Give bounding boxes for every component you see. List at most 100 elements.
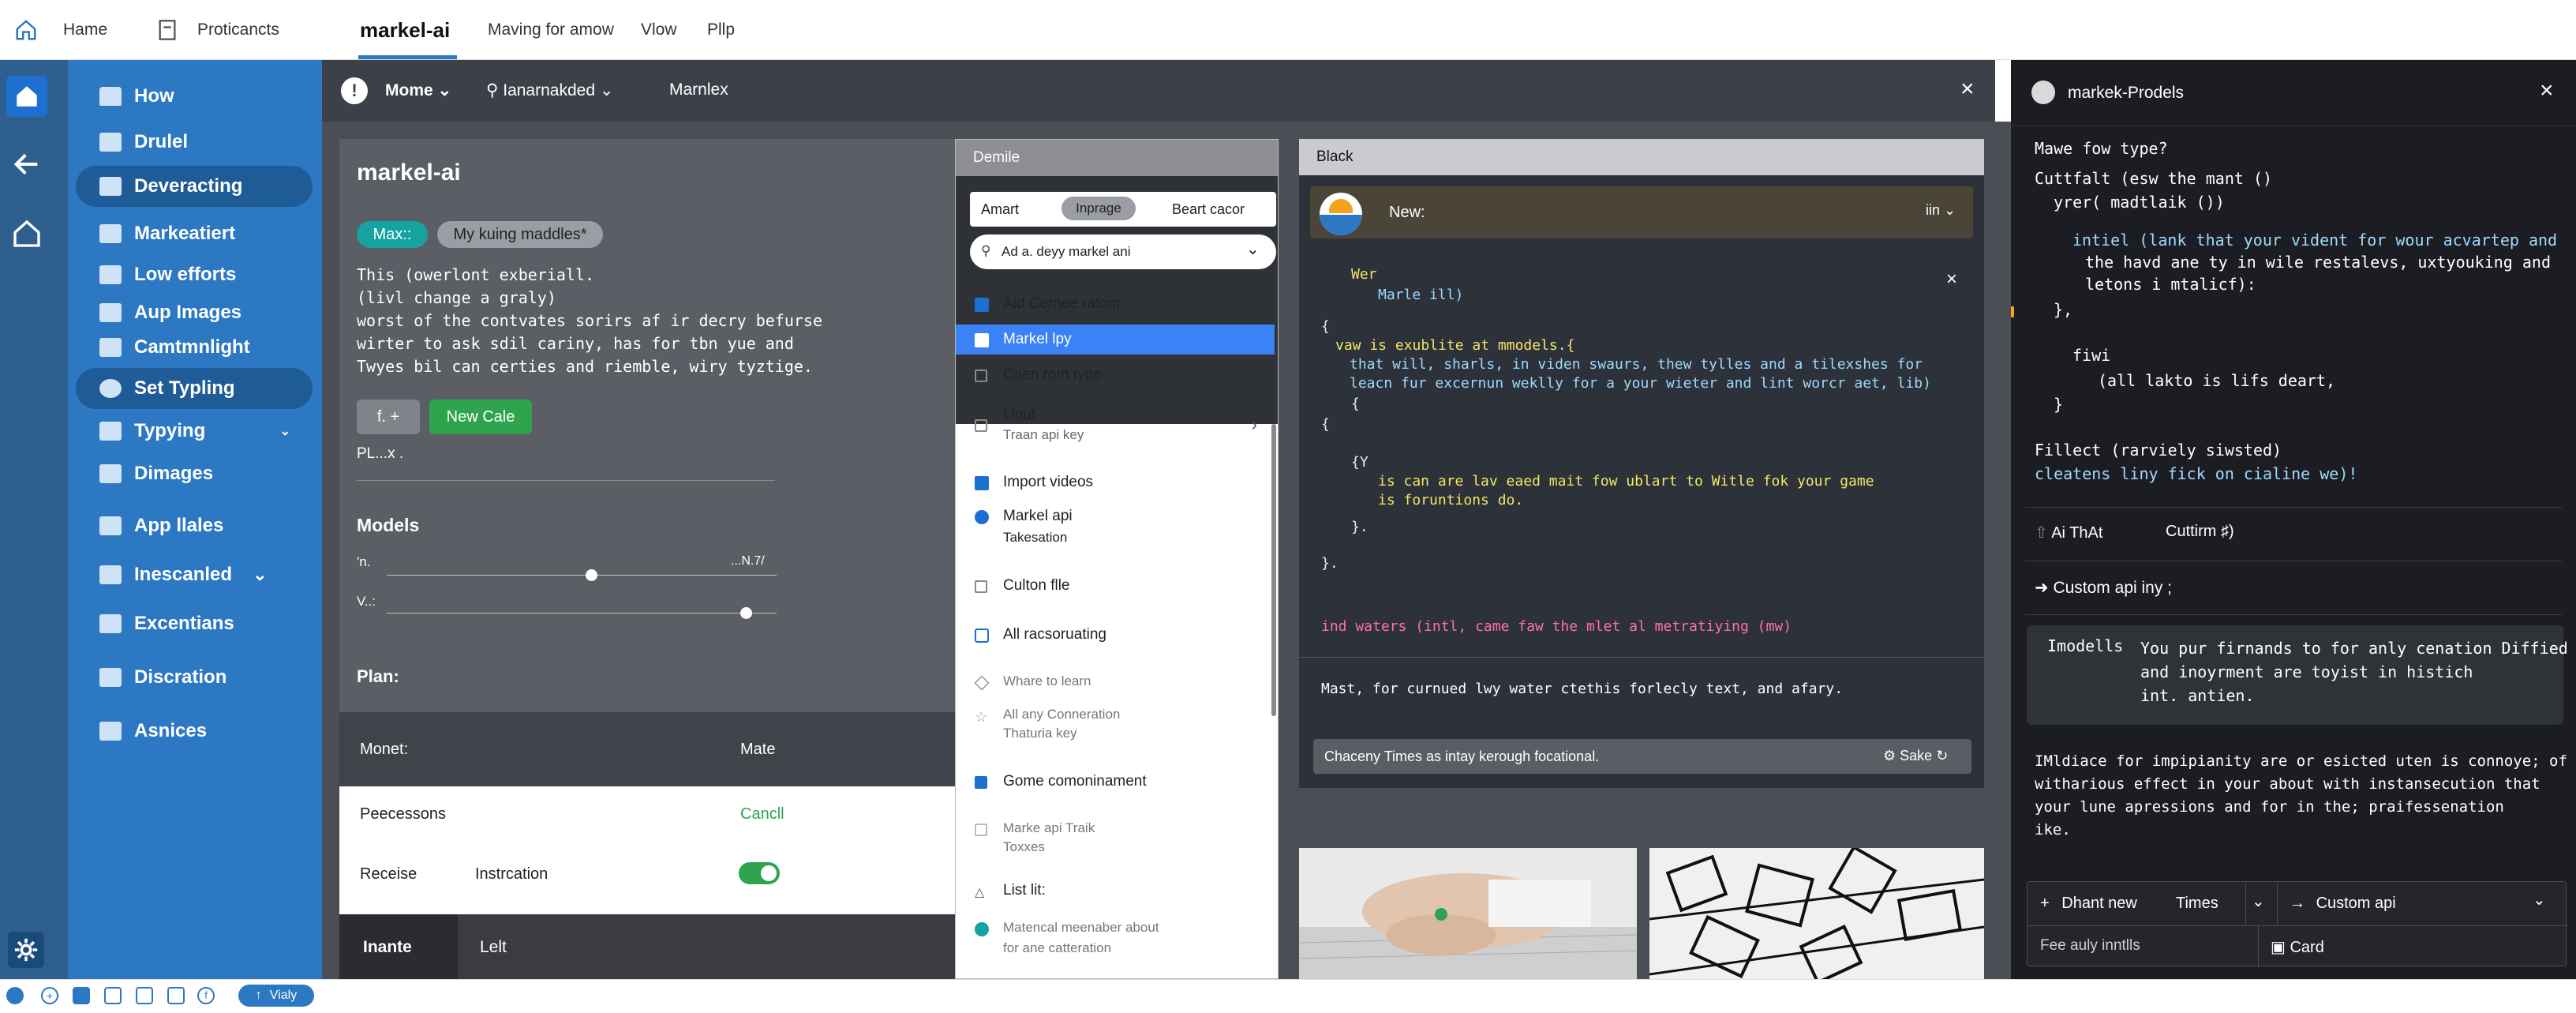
para-line: ike. (2035, 821, 2071, 839)
close-icon[interactable]: × (1960, 76, 1975, 103)
active-tab-indicator (358, 55, 457, 59)
sidebar-item-inescanled[interactable]: Inescanled ⌄ (76, 554, 313, 595)
menu-tabs: Amart Inprage Beart cacor (970, 192, 1276, 227)
peecessons-row[interactable]: Peecessons Cancll (339, 786, 955, 842)
sidebar-item-camtmnlight[interactable]: Camtmnlight (76, 327, 313, 368)
sidebar-item-set-typling[interactable]: Set Typling (76, 368, 313, 409)
sidebar-item-asnices[interactable]: Asnices (76, 711, 313, 752)
chip-models[interactable]: My kuing maddles* (437, 221, 603, 248)
menu-tab-inprage[interactable]: Inprage (1061, 197, 1136, 220)
plus-icon[interactable]: + (41, 987, 58, 1004)
user-menu[interactable]: iin ⌄ (1926, 202, 1956, 219)
close-icon[interactable]: × (2540, 77, 2554, 104)
image-icon[interactable] (136, 987, 153, 1004)
resize-handle[interactable] (2011, 306, 2014, 317)
rail-back-button[interactable] (11, 148, 43, 184)
settings-button[interactable] (8, 932, 44, 968)
breadcrumb[interactable]: Marnlex (669, 81, 728, 99)
chat-input-value: Chaceny Times as intay kerough focationa… (1324, 748, 1600, 764)
chat-panel: markek-Prodels × Mawe fow type? Cuttfalt… (2011, 60, 2576, 979)
tab-moving[interactable]: Maving for amow (488, 0, 614, 60)
models-heading: Models (357, 515, 420, 535)
image-thumbnail-icons[interactable] (1649, 848, 1984, 979)
gear-icon: ⚙ (1883, 748, 1896, 764)
send-button[interactable]: ⚙ Sake ↻ (1883, 748, 1948, 764)
chevron-down-icon[interactable]: ⌄ (2533, 890, 2546, 910)
menu-item[interactable]: △ List lit: (956, 877, 1275, 904)
chat-panel-title: markek-Prodels (2068, 84, 2185, 102)
sidebar-item-excentians[interactable]: Excentians (76, 603, 313, 644)
sidebar-item-low-efforts[interactable]: Low efforts (76, 254, 313, 295)
chevron-down-icon[interactable]: ⌄ (2252, 891, 2265, 911)
chat-input[interactable]: Chaceny Times as intay kerough focationa… (1313, 739, 1971, 774)
menu-item-highlighted[interactable]: Markel lpy (956, 325, 1275, 355)
function-icon[interactable]: f (197, 987, 215, 1004)
window-icon[interactable] (73, 987, 90, 1004)
menu-item[interactable]: Matencal meenaber about for ane catterati… (956, 917, 1275, 964)
doc-icon (99, 614, 122, 633)
nav-home[interactable]: Hame (14, 0, 107, 60)
checkbox-checked[interactable] (975, 776, 987, 789)
slider2-thumb[interactable] (740, 607, 752, 619)
action-confirm[interactable]: Cuttirm ♯) (2166, 523, 2234, 541)
footer-tab-lelt[interactable]: Lelt (480, 938, 507, 957)
checkbox[interactable] (975, 370, 987, 382)
menu-item[interactable]: Culton flle (956, 572, 1275, 599)
separator (2277, 882, 2278, 926)
toggle-switch[interactable] (739, 862, 780, 884)
slider1-track[interactable] (387, 575, 777, 576)
image-thumbnail-hand[interactable] (1299, 848, 1637, 979)
status-icon-a[interactable] (6, 987, 24, 1004)
composer-placeholder[interactable]: Fee auly inntlls (2040, 937, 2140, 955)
card-button[interactable]: ▣ Card (2271, 937, 2324, 957)
sidebar-item-markeatiert[interactable]: Markeatiert (76, 213, 313, 254)
menu-item[interactable]: Gome comoninament (956, 768, 1275, 795)
new-cale-button[interactable]: New Cale (429, 400, 532, 434)
tab-view[interactable]: Vlow (641, 0, 677, 60)
menu-select[interactable]: ⚲ Ad a. deyy markel ani ⌄ (970, 234, 1276, 269)
menu-item[interactable]: All racsoruating (956, 621, 1275, 648)
rail-home2-button[interactable] (11, 218, 43, 253)
action-ai-that[interactable]: ⇧ Ai ThAt (2035, 523, 2102, 542)
close-icon[interactable]: × (1946, 268, 1957, 291)
small-add-button[interactable]: f. + (357, 400, 420, 434)
sidebar-item-discration[interactable]: Discration (76, 657, 313, 698)
menu-item[interactable]: Ald Cernee ralom (956, 290, 1275, 317)
info-icon[interactable]: ! (341, 77, 368, 104)
cancel-link[interactable]: Cancll (740, 805, 784, 824)
tab-help[interactable]: Pllp (707, 0, 735, 60)
checkbox[interactable] (975, 419, 987, 432)
status-pill[interactable]: ↑ Vialy (238, 985, 314, 1007)
grid-icon[interactable] (104, 987, 122, 1004)
menu-tab-amart[interactable]: Amart (981, 201, 1019, 218)
footer-tab-inante[interactable]: Inante (339, 914, 458, 979)
search-dropdown[interactable]: ⚲ Ianarnakded ⌄ (486, 81, 613, 100)
chip-max[interactable]: Max:: (357, 221, 428, 248)
menu-tab-beart[interactable]: Beart cacor (1172, 201, 1245, 218)
slider1-thumb[interactable] (586, 569, 597, 581)
sidebar-item-app-llales[interactable]: App llales (76, 505, 313, 546)
custom-api-select[interactable]: → Custom api (2290, 895, 2396, 913)
checkbox[interactable] (975, 580, 987, 593)
chevron-right-icon: › (1251, 415, 1257, 434)
rail-home-button[interactable] (6, 76, 47, 117)
icon-rail (0, 60, 68, 979)
sidebar-item-typying[interactable]: Typying ⌄ (76, 411, 313, 452)
menu-item[interactable]: Caen rom type (956, 361, 1275, 388)
sidebar-item-drulel[interactable]: Drulel (76, 122, 313, 163)
sidebar-item-dimages[interactable]: Dimages (76, 453, 313, 494)
menu-scrollbar[interactable] (1271, 424, 1276, 716)
times-button[interactable]: Times (2176, 895, 2218, 913)
sidebar-item-deveracting[interactable]: Deveracting (76, 166, 313, 207)
nav-participants[interactable]: Proticancts (158, 0, 279, 60)
menu-item-label: Culton flle (1003, 577, 1070, 594)
menu-item[interactable]: Llout Traan api key › (956, 403, 1275, 451)
menu-item[interactable]: Import videos (956, 470, 1275, 497)
app-title-tab[interactable]: markel-ai (360, 0, 450, 60)
action-custom-api[interactable]: ➜ Custom api iny ; (2035, 578, 2172, 598)
sidebar-item-how[interactable]: How (76, 76, 313, 117)
menu-item[interactable]: Markel api Takesation (956, 505, 1275, 552)
mode-dropdown[interactable]: Mome ⌄ (385, 81, 451, 100)
new-chat-button[interactable]: + Dhant new (2040, 895, 2137, 913)
chart-icon[interactable] (167, 987, 185, 1004)
